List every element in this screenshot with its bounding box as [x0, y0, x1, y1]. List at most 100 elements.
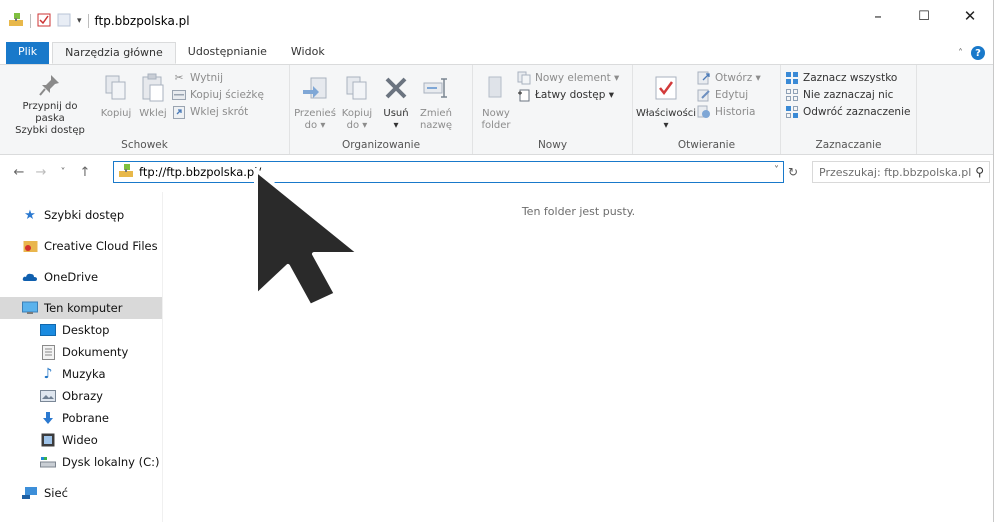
copy-to-button[interactable]: Kopiuj do ▾ — [338, 69, 376, 139]
tab-home[interactable]: Narzędzia główne — [52, 42, 176, 64]
sidebar-item-label: OneDrive — [44, 270, 99, 284]
sidebar-item-label: Pobrane — [62, 411, 109, 425]
clipboard-small-buttons: ✂ Wytnij Kopiuj ścieżkę Wklej skrót — [172, 69, 264, 139]
group-open: Właściwości ▾ Otwórz ▾ Edytuj Historia O… — [633, 65, 781, 154]
sidebar-item-this-pc[interactable]: Ten komputer — [0, 297, 162, 319]
group-label-organize: Organizowanie — [341, 139, 421, 151]
sidebar-item-label: Ten komputer — [44, 301, 123, 315]
copy-path-label: Kopiuj ścieżkę — [190, 89, 264, 101]
sidebar-item-downloads[interactable]: Pobrane — [0, 407, 162, 429]
history-icon — [697, 105, 711, 119]
sidebar-item-videos[interactable]: Wideo — [0, 429, 162, 451]
pin-quick-access-button[interactable]: Przypnij do paska Szybki dostęp — [4, 69, 96, 139]
ribbon-tabs: Plik Narzędzia główne Udostępnianie Wido… — [0, 42, 993, 64]
new-folder-qat-icon[interactable] — [57, 13, 71, 30]
copy-button[interactable]: Kopiuj — [98, 69, 134, 139]
close-button[interactable]: ✕ — [947, 0, 993, 32]
sidebar-item-label: Szybki dostęp — [44, 208, 125, 222]
separator — [30, 14, 31, 28]
sidebar-item-label: Wideo — [62, 433, 98, 447]
forward-button[interactable]: → — [30, 165, 52, 180]
properties-icon — [649, 71, 683, 105]
new-small-buttons: Nowy element ▾ Łatwy dostęp ▾ — [517, 69, 619, 139]
desktop-icon — [40, 322, 56, 338]
search-box[interactable]: Przeszukaj: ftp.bbzpolska.pl ⚲ — [812, 161, 990, 183]
paste-button[interactable]: Wklej — [136, 69, 170, 139]
sidebar-item-documents[interactable]: Dokumenty — [0, 341, 162, 363]
refresh-icon[interactable]: ↻ — [788, 165, 798, 179]
sidebar-item-music[interactable]: ♪ Muzyka — [0, 363, 162, 385]
group-label-open: Otwieranie — [677, 139, 736, 151]
search-placeholder: Przeszukaj: ftp.bbzpolska.pl — [819, 165, 972, 179]
select-none-button[interactable]: Nie zaznaczaj nic — [785, 88, 910, 102]
pictures-icon — [40, 388, 56, 404]
music-note-icon: ♪ — [43, 366, 53, 382]
rename-button[interactable]: Zmień nazwę — [416, 69, 456, 139]
new-folder-icon — [479, 71, 513, 105]
edit-button[interactable]: Edytuj — [697, 88, 761, 102]
sidebar-item-onedrive[interactable]: OneDrive — [0, 266, 162, 288]
select-all-button[interactable]: Zaznacz wszystko — [785, 71, 910, 85]
mouse-cursor-icon — [254, 168, 362, 308]
address-dropdown-icon[interactable]: ˅ — [774, 165, 779, 176]
history-button[interactable]: Historia — [697, 105, 761, 119]
back-button[interactable]: ← — [8, 165, 30, 180]
navigation-bar: ← → ˅ ↑ ftp://ftp.bbzpolska.pl/ ˅ ↻ Prze… — [0, 156, 993, 188]
delete-x-icon — [379, 71, 413, 105]
sidebar-item-quick-access[interactable]: ★ Szybki dostęp — [0, 204, 162, 226]
new-item-button[interactable]: Nowy element ▾ — [517, 71, 619, 85]
paste-shortcut-button[interactable]: Wklej skrót — [172, 105, 264, 119]
move-to-button[interactable]: Przenieś do ▾ — [294, 69, 336, 139]
new-item-label: Nowy element ▾ — [535, 72, 620, 84]
tab-share[interactable]: Udostępnianie — [176, 42, 279, 64]
tab-view[interactable]: Widok — [279, 42, 337, 64]
search-icon[interactable]: ⚲ — [975, 165, 984, 179]
tab-file[interactable]: Plik — [6, 42, 50, 64]
easy-access-button[interactable]: Łatwy dostęp ▾ — [517, 88, 619, 102]
customize-qat-icon[interactable]: ▾ — [77, 16, 82, 26]
window-title: ftp.bbzpolska.pl — [94, 14, 190, 28]
invert-selection-icon — [785, 105, 799, 119]
copy-path-button[interactable]: Kopiuj ścieżkę — [172, 88, 264, 102]
new-folder-button[interactable]: Nowy folder — [477, 69, 515, 139]
sidebar-item-local-disk[interactable]: Dysk lokalny (C:) — [0, 451, 162, 473]
open-label: Otwórz ▾ — [715, 72, 761, 84]
cut-button[interactable]: ✂ Wytnij — [172, 71, 264, 85]
group-label-new: Nowy — [537, 139, 568, 151]
select-all-icon — [785, 71, 799, 85]
navigation-pane: ★ Szybki dostęp Creative Cloud Files One… — [0, 192, 163, 522]
up-button[interactable]: ↑ — [74, 165, 96, 180]
sidebar-item-pictures[interactable]: Obrazy — [0, 385, 162, 407]
select-all-label: Zaznacz wszystko — [803, 72, 898, 84]
sidebar-item-label: Muzyka — [62, 367, 106, 381]
computer-icon — [22, 300, 38, 316]
properties-qat-icon[interactable] — [37, 13, 51, 30]
ftp-location-icon — [118, 163, 134, 182]
properties-button[interactable]: Właściwości ▾ — [636, 69, 696, 139]
sidebar-item-network[interactable]: Sieć — [0, 482, 162, 504]
invert-selection-button[interactable]: Odwróć zaznaczenie — [785, 105, 910, 119]
open-button[interactable]: Otwórz ▾ — [697, 71, 761, 85]
help-icon[interactable]: ? — [971, 46, 985, 60]
sidebar-item-label: Obrazy — [62, 389, 103, 403]
delete-button[interactable]: Usuń ▾ — [378, 69, 414, 139]
minimize-button[interactable]: – — [855, 0, 901, 32]
sidebar-item-desktop[interactable]: Desktop — [0, 319, 162, 341]
edit-icon — [697, 88, 711, 102]
copy-icon — [99, 71, 133, 105]
new-item-icon — [517, 71, 531, 85]
group-label-select: Zaznaczanie — [815, 139, 882, 151]
maximize-button[interactable]: ☐ — [901, 0, 947, 32]
copy-path-icon — [172, 88, 186, 102]
open-icon — [697, 71, 711, 85]
recent-locations-button[interactable]: ˅ — [52, 167, 74, 178]
chevron-up-icon[interactable]: ˄ — [958, 48, 963, 59]
address-bar[interactable]: ftp://ftp.bbzpolska.pl/ ˅ — [113, 161, 784, 183]
group-organize: Przenieś do ▾ Kopiuj do ▾ Usuń ▾ Zmień n… — [290, 65, 473, 154]
scissors-icon: ✂ — [174, 72, 184, 84]
sidebar-item-label: Dokumenty — [62, 345, 129, 359]
sidebar-item-creative-cloud[interactable]: Creative Cloud Files — [0, 235, 162, 257]
